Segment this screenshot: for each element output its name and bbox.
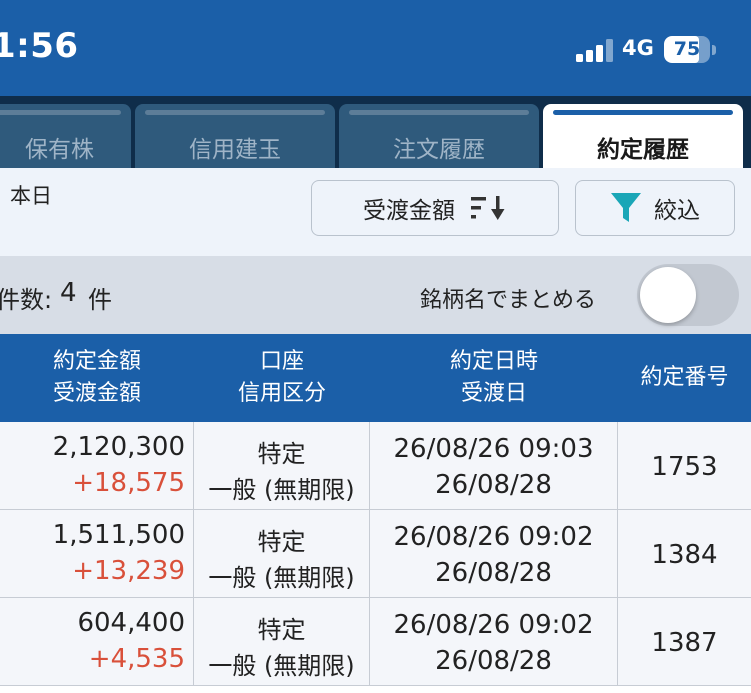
table-row[interactable]: 2,120,300 +18,575 特定 一般 (無期限) 26/08/26 0… — [0, 422, 751, 510]
battery-level: 75 — [673, 38, 701, 60]
battery-icon: 75 — [664, 36, 710, 63]
cell-datetime: 26/08/26 09:02 26/08/28 — [370, 598, 618, 686]
tab-margin-positions[interactable]: 信用建玉 — [135, 104, 335, 168]
toggle-knob — [640, 267, 696, 323]
sort-label: 受渡金額 — [363, 198, 455, 224]
cell-account: 特定 一般 (無期限) — [194, 422, 370, 510]
credit-type: 一般 (無期限) — [208, 476, 355, 504]
settlement-amount: +13,239 — [72, 556, 185, 586]
trade-amount: 604,400 — [77, 608, 185, 638]
settle-date: 26/08/28 — [435, 558, 552, 588]
cell-account: 特定 一般 (無期限) — [194, 510, 370, 598]
group-by-name-toggle[interactable] — [637, 264, 739, 326]
trade-number: 1387 — [651, 628, 718, 658]
count-value: 4 — [60, 278, 77, 308]
network-type: 4G — [622, 36, 654, 60]
column-header-trade-number[interactable]: 約定番号 — [618, 334, 751, 422]
cell-trade-number: 1753 — [618, 422, 751, 510]
filter-bar: 本日 受渡金額 絞込 — [0, 168, 751, 256]
funnel-icon — [611, 193, 641, 222]
column-header-account[interactable]: 口座 信用区分 — [194, 334, 370, 422]
count-label: 件数: — [0, 286, 53, 314]
cell-amount: 1,511,500 +13,239 — [0, 510, 194, 598]
filter-button[interactable]: 絞込 — [575, 180, 735, 236]
table-row[interactable]: 1,511,500 +13,239 特定 一般 (無期限) 26/08/26 0… — [0, 510, 751, 598]
tab-bar: 保有株 信用建玉 注文履歴 約定履歴 — [0, 96, 751, 168]
settlement-amount: +4,535 — [88, 644, 185, 674]
trade-datetime: 26/08/26 09:02 — [393, 522, 594, 552]
battery-cap — [712, 45, 716, 55]
date-range-label[interactable]: 本日 — [10, 180, 52, 210]
cell-amount: 604,400 +4,535 — [0, 598, 194, 686]
tab-execution-history[interactable]: 約定履歴 — [543, 104, 743, 168]
trade-amount: 1,511,500 — [52, 520, 185, 550]
settle-date: 26/08/28 — [435, 646, 552, 676]
status-time: 1:56 — [0, 26, 79, 66]
account-type: 特定 — [257, 528, 306, 556]
group-by-name-label: 銘柄名でまとめる — [420, 288, 597, 313]
account-type: 特定 — [257, 616, 306, 644]
cell-account: 特定 一般 (無期限) — [194, 598, 370, 686]
cell-trade-number: 1387 — [618, 598, 751, 686]
account-type: 特定 — [257, 440, 306, 468]
credit-type: 一般 (無期限) — [208, 564, 355, 592]
tab-holdings[interactable]: 保有株 — [0, 104, 131, 168]
cell-amount: 2,120,300 +18,575 — [0, 422, 194, 510]
filter-label: 絞込 — [654, 198, 700, 224]
table-header: 約定金額 受渡金額 口座 信用区分 約定日時 受渡日 約定番号 — [0, 334, 751, 422]
sort-button[interactable]: 受渡金額 — [311, 180, 559, 236]
credit-type: 一般 (無期限) — [208, 652, 355, 680]
tab-order-history[interactable]: 注文履歴 — [339, 104, 539, 168]
trade-number: 1384 — [651, 540, 718, 570]
column-header-datetime[interactable]: 約定日時 受渡日 — [370, 334, 618, 422]
trade-number: 1753 — [651, 452, 718, 482]
column-header-amount[interactable]: 約定金額 受渡金額 — [0, 334, 194, 422]
status-bar: 1:56 4G 75 — [0, 0, 751, 96]
count-unit: 件 — [88, 286, 112, 314]
trade-datetime: 26/08/26 09:02 — [393, 610, 594, 640]
trade-amount: 2,120,300 — [52, 432, 185, 462]
summary-bar: 件数: 4 件 銘柄名でまとめる — [0, 256, 751, 334]
cell-datetime: 26/08/26 09:03 26/08/28 — [370, 422, 618, 510]
cell-datetime: 26/08/26 09:02 26/08/28 — [370, 510, 618, 598]
cellular-signal-icon — [576, 38, 616, 62]
settle-date: 26/08/28 — [435, 470, 552, 500]
sort-descending-icon — [471, 196, 505, 220]
settlement-amount: +18,575 — [72, 468, 185, 498]
trade-datetime: 26/08/26 09:03 — [393, 434, 594, 464]
table-row[interactable]: 604,400 +4,535 特定 一般 (無期限) 26/08/26 09:0… — [0, 598, 751, 686]
cell-trade-number: 1384 — [618, 510, 751, 598]
